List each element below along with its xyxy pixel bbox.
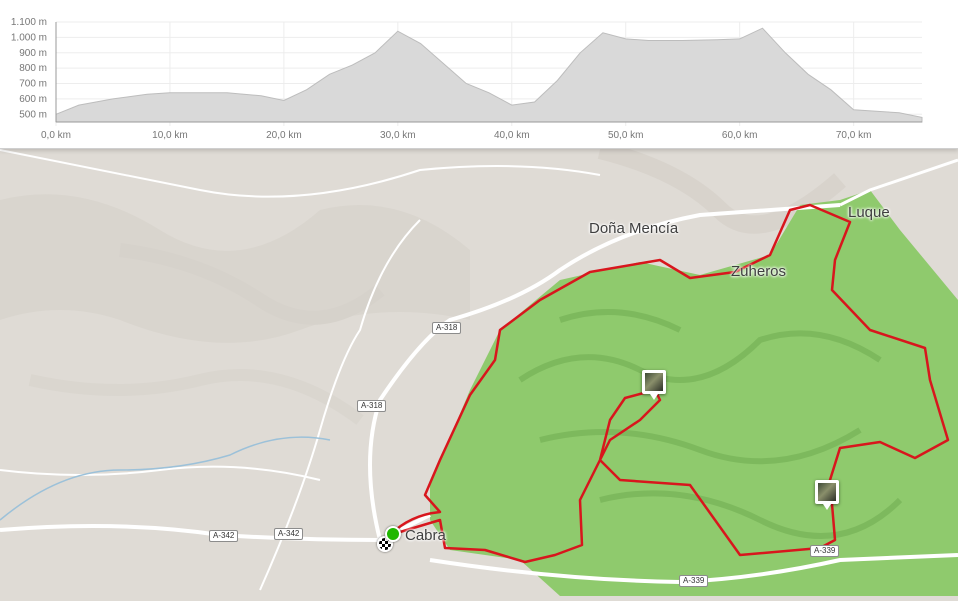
x-tick-label: 70,0 km [836, 130, 872, 141]
y-tick-label: 1.100 m [11, 17, 47, 28]
elevation-chart[interactable]: 1.100 m 1.000 m 900 m 800 m 700 m 600 m 500 m 0… [0, 0, 958, 148]
place-zuheros: Zuheros [731, 263, 787, 280]
road-label-a342: A-342 [274, 528, 304, 540]
x-tick-label: 40,0 km [494, 130, 530, 141]
place-cabra: Cabra [405, 527, 446, 544]
x-tick-label: 30,0 km [380, 130, 416, 141]
road-label-a342: A-342 [209, 530, 239, 542]
road-label-a318: A-318 [432, 322, 462, 334]
road-label-a318: A-318 [357, 400, 387, 412]
road-label-a339: A-339 [679, 575, 709, 587]
start-marker[interactable] [385, 526, 401, 542]
photo-thumbnail [645, 373, 663, 391]
y-tick-label: 800 m [19, 63, 47, 74]
x-tick-label: 10,0 km [152, 130, 188, 141]
x-tick-label: 0,0 km [41, 130, 71, 141]
y-tick-label: 1.000 m [11, 32, 47, 43]
photo-marker[interactable] [815, 480, 839, 510]
y-tick-label: 900 m [19, 48, 47, 59]
x-tick-label: 50,0 km [608, 130, 644, 141]
elevation-profile-panel[interactable]: 1.100 m 1.000 m 900 m 800 m 700 m 600 m 500 m 0… [0, 0, 958, 149]
y-tick-label: 600 m [19, 94, 47, 105]
y-tick-label: 500 m [19, 109, 47, 120]
road-label-a339: A-339 [810, 545, 840, 557]
x-tick-label: 60,0 km [722, 130, 758, 141]
y-tick-label: 700 m [19, 79, 47, 90]
photo-marker[interactable] [642, 370, 666, 400]
x-tick-label: 20,0 km [266, 130, 302, 141]
place-luque: Luque [848, 204, 890, 221]
elevation-area [55, 27, 923, 123]
place-dona-mencia: Doña Mencía [589, 220, 679, 237]
photo-thumbnail [818, 483, 836, 501]
